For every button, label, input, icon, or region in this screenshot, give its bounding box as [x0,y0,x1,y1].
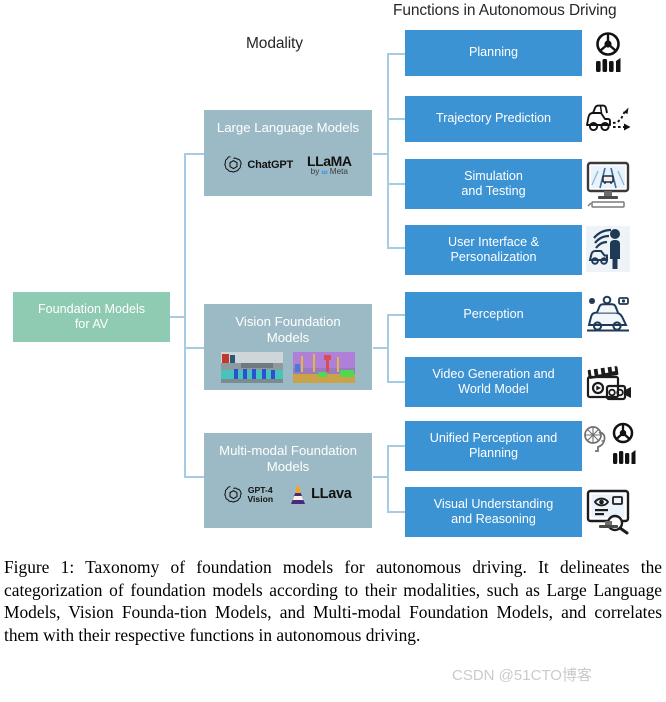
connector-vfm-to-video [387,381,405,383]
root-node-foundation-models-for-av: Foundation Models for AV [13,292,170,342]
llama-label: LLaMA [306,153,352,169]
openai-icon [224,485,243,503]
function-label-visual-line2: and Reasoning [451,512,536,526]
function-node-unified-perception-planning: Unified Perception and Planning [405,421,582,471]
vfm-thumbnail-row [204,352,372,383]
openai-chatgpt-logo: ChatGPT [224,156,293,175]
steering-wheel-pedals-icon [586,30,630,76]
monitor-eye-magnifier-icon [585,488,633,536]
llava-label: LLava [311,486,352,503]
mmfm-logo-row: GPT-4 Vision LLava [204,485,372,505]
llava-volcano-icon [291,486,306,504]
film-clapper-camera-icon [585,357,633,407]
vision-label: Vision [247,494,274,504]
meta-infinity-icon: ∞ [321,167,328,177]
function-node-simulation-and-testing: Simulation and Testing [405,159,582,209]
function-label-perception-line1: Perception [463,307,524,322]
function-label-video-line1: Video Generation and [432,366,555,381]
watermark-text: CSDN @51CTO博客 [452,667,592,684]
connector-mmfm-trunk [387,445,389,512]
function-label-planning-line1: Planning [468,45,519,60]
street-segmentation-thumbnail-2 [293,352,355,383]
sensor-car-perception-icon [584,292,632,340]
function-node-video-generation-world-model: Video Generation and World Model [405,357,582,407]
modality-label-llm: Large Language Models [216,120,360,135]
figure-caption: Figure 1: Taxonomy of foundation models … [4,557,662,645]
function-label-unified-line2: Planning [468,446,519,460]
modality-label-mmfm-line2: Models [266,459,310,475]
function-node-user-interface-personalization: User Interface & Personalization [405,225,582,275]
meta-label: Meta [329,167,348,177]
openai-gpt4-vision-logo: GPT-4 Vision [224,485,274,505]
connector-llm-to-simulation [387,183,405,185]
connector-llm-to-planning [387,53,405,55]
function-label-ui-line2: Personalization [450,250,537,264]
meta-llama-logo: LLaMA by ∞ Meta [307,154,352,177]
modality-node-vision-foundation-models: Vision Foundation Models [204,304,372,390]
connector-to-mmfm [184,476,204,478]
connector-to-vfm [184,347,204,349]
modality-node-multi-modal-foundation-models: Multi-modal Foundation Models GPT-4 Visi… [204,433,372,528]
modality-label-vfm-line2: Models [266,330,310,346]
function-node-perception: Perception [405,292,582,338]
function-label-simulation-line2: and Testing [461,184,526,198]
user-vehicle-connectivity-icon [585,224,631,274]
llava-logo: LLava [289,485,352,505]
function-label-ui-line1: User Interface & [448,234,539,249]
modality-column-heading: Modality [246,35,303,52]
connector-vfm-trunk [387,314,389,382]
llm-logo-row: ChatGPT LLaMA by ∞ Meta [204,154,372,177]
function-label-simulation-line1: Simulation [464,168,523,183]
gpt4-vision-label-group: GPT-4 Vision [247,485,274,504]
functions-column-heading: Functions in Autonomous Driving [393,2,617,19]
function-label-unified-line1: Unified Perception and [429,430,558,445]
root-label-line2: for AV [74,317,109,331]
function-node-trajectory-prediction: Trajectory Prediction [405,96,582,142]
connector-llm-trunk [387,53,389,247]
function-label-video-line2: World Model [458,382,529,396]
car-trajectory-icon [584,98,634,140]
chatgpt-label: ChatGPT [247,158,293,171]
openai-icon [224,156,242,173]
root-label-line1: Foundation Models [37,301,146,316]
function-label-visual-line1: Visual Understanding [433,496,554,511]
connector-llm-to-trajectory [387,118,405,120]
connector-mmfm-to-unified [387,445,405,447]
street-segmentation-thumbnail-1 [221,352,283,383]
connector-modality-trunk [184,153,186,477]
function-node-planning: Planning [405,30,582,76]
connector-mmfm-to-visual [387,511,405,513]
llama-sublabel-row: by ∞ Meta [311,168,348,177]
connector-llm-to-ui [387,247,405,249]
connector-to-llm [184,153,204,155]
modality-node-large-language-models: Large Language Models ChatGPT LLaMA by ∞… [204,110,372,196]
modality-label-vfm-line1: Vision Foundation [235,314,341,329]
llama-by-label: by [310,167,320,177]
function-label-trajectory-line1: Trajectory Prediction [435,111,552,126]
modality-label-mmfm-line1: Multi-modal Foundation [219,443,357,458]
function-node-visual-understanding-reasoning: Visual Understanding and Reasoning [405,487,582,537]
simulation-monitor-icon [585,160,631,210]
connector-vfm-to-perception [387,314,405,316]
taxonomy-figure: Functions in Autonomous Driving Modality… [0,0,666,548]
brain-steering-wheel-icon [582,421,638,471]
